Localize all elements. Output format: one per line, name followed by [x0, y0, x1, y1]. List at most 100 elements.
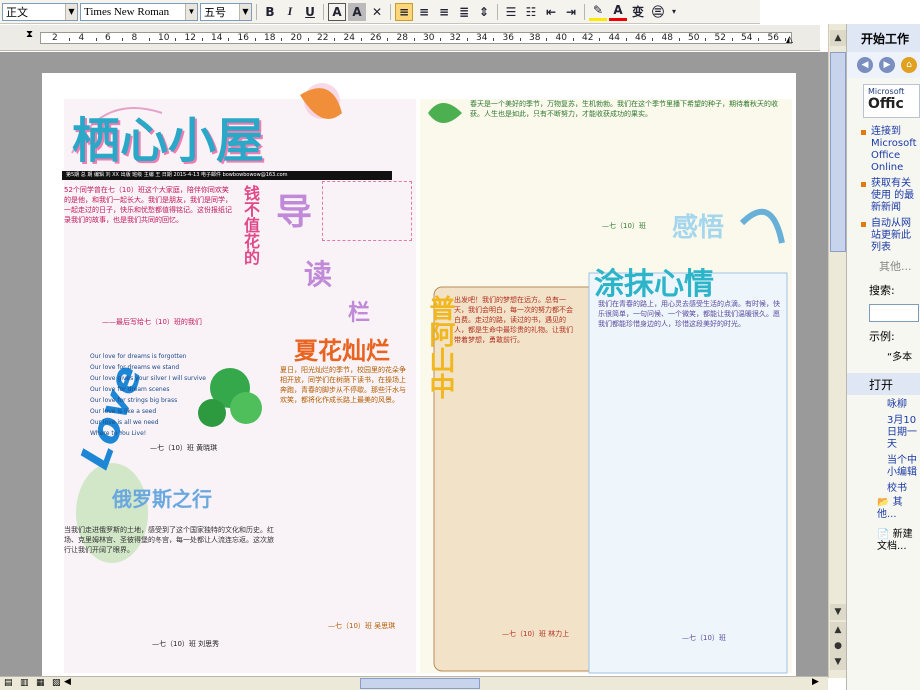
font-dropdown[interactable]: Times New Roman ▼: [80, 2, 198, 21]
ruler-tick: [413, 38, 415, 41]
vertical-scrollbar[interactable]: ▲ ▼ ▲ ● ▼: [828, 24, 846, 678]
office-logo-text: Offic: [868, 96, 904, 112]
search-input[interactable]: [869, 304, 919, 322]
recent-document[interactable]: 校书: [847, 483, 920, 495]
view-bar: ▤ ▥ ▦ ▧ ◀ ▶: [0, 676, 828, 690]
scroll-right-icon[interactable]: ▶: [812, 677, 819, 687]
russia-text: 当我们走进俄罗斯的土地，感受到了这个国家独特的文化和历史。红场、克里姆林宫、圣彼…: [64, 526, 274, 554]
scroll-up-icon[interactable]: ▲: [830, 30, 846, 46]
web-view-icon[interactable]: ▥: [20, 678, 29, 688]
scroll-thumb[interactable]: [830, 52, 846, 252]
indent-marker-icon[interactable]: ⧗: [26, 29, 33, 40]
ruler-tick: [758, 38, 759, 41]
ruler-tick: [95, 38, 97, 41]
next-page-icon[interactable]: ▼: [830, 654, 846, 670]
task-pane-link[interactable]: 获取有关使用 的最新新闻: [861, 178, 920, 214]
enclose-char-icon[interactable]: ㊂: [649, 3, 667, 21]
horizontal-ruler[interactable]: 2 4 6 8 10 12 14 16 18 20 22 24 26 28 30 32 34 36 38 40 42 44…: [0, 25, 820, 51]
ruler-tick: [254, 38, 256, 41]
align-center-icon[interactable]: ≡: [415, 3, 433, 21]
outline-view-icon[interactable]: ▧: [52, 678, 61, 688]
chevron-down-icon[interactable]: ▼: [239, 3, 251, 20]
numbered-list-icon[interactable]: ☰: [502, 3, 520, 21]
char-border-button[interactable]: A: [328, 2, 346, 21]
underline-button[interactable]: U: [301, 3, 319, 21]
task-pane-title[interactable]: 开始工作: [847, 24, 920, 52]
back-icon[interactable]: ◀: [857, 57, 873, 73]
ruler-tick: [705, 38, 706, 41]
task-pane-link[interactable]: 自动从网站更新此列表: [861, 218, 920, 254]
forward-icon[interactable]: ▶: [879, 57, 895, 73]
bold-button[interactable]: B: [261, 3, 279, 21]
print-view-icon[interactable]: ▦: [36, 678, 45, 688]
chevron-down-icon[interactable]: ▼: [185, 3, 197, 20]
ruler-mark: 44: [608, 33, 620, 43]
ruler-mark: 4: [78, 33, 85, 43]
ruler-mark: 48: [661, 33, 673, 43]
home-icon[interactable]: ⌂: [901, 57, 917, 73]
font-color-button[interactable]: A: [609, 3, 627, 21]
scroll-left-icon[interactable]: ◀: [64, 677, 71, 687]
smear-sign: —七（10）班: [682, 634, 726, 642]
task-pane-link[interactable]: 连接到 Microsoft Office Online: [861, 126, 920, 174]
toolbar-options-icon[interactable]: ▾: [669, 3, 679, 21]
recent-document[interactable]: 当个中小编辑: [847, 455, 920, 479]
ruler-tick: [652, 38, 653, 41]
links-more[interactable]: 其他...: [847, 258, 920, 274]
font-value: Times New Roman: [84, 5, 170, 18]
ruler-mark: 54: [741, 33, 753, 43]
increase-indent-icon[interactable]: ⇥: [562, 3, 580, 21]
ruler-tick: [148, 38, 150, 41]
ruler-tick: [519, 38, 521, 41]
align-right-icon[interactable]: ≡: [435, 3, 453, 21]
poem-sign: —七（10）班 黄晓琪: [150, 444, 218, 452]
previous-page-icon[interactable]: ▲: [830, 622, 846, 638]
ruler-tick: [334, 38, 335, 41]
new-document-link[interactable]: 📄 新建文档...: [847, 529, 920, 553]
phonetic-guide-button[interactable]: 变: [629, 3, 647, 21]
font-size-dropdown[interactable]: 五号 ▼: [200, 2, 252, 21]
scroll-down-icon[interactable]: ▼: [830, 604, 846, 620]
select-browse-object-icon[interactable]: ●: [830, 638, 846, 654]
ruler-tick: [493, 38, 494, 41]
italic-button[interactable]: I: [281, 3, 299, 21]
ruler-mark: 52: [714, 33, 726, 43]
right-indent-icon[interactable]: ◭: [786, 35, 793, 45]
horizontal-scroll-thumb[interactable]: [360, 678, 480, 689]
chevron-down-icon[interactable]: ▼: [65, 3, 77, 20]
ruler-mark: 26: [370, 33, 382, 43]
summer-text: 夏日，阳光灿烂的季节，校园里的花朵争相开放，同学们在树荫下读书，在操场上奔跑，青…: [280, 366, 406, 404]
char-shading-button[interactable]: A: [348, 2, 366, 21]
ruler-mark: 30: [423, 33, 435, 43]
recent-document[interactable]: 3月10日期一天: [847, 415, 920, 451]
separator: [497, 3, 498, 20]
formatting-toolbar: 正文 ▼ Times New Roman ▼ 五号 ▼ B I U A A ✕ ≡ ≡…: [0, 0, 760, 24]
ruler-tick: [678, 38, 680, 41]
open-more[interactable]: 📂 其他...: [847, 497, 920, 521]
poem-line: Where to You Live!: [90, 430, 147, 437]
ruler-mark: 20: [290, 33, 302, 43]
ruler-mark: 32: [449, 33, 461, 43]
justify-icon[interactable]: ≣: [455, 3, 473, 21]
newspaper-page[interactable]: 栖心小屋 第5期 总 期 编辑 刘 XX 出版 班级 主编 王 日期 2015-…: [42, 73, 796, 676]
recent-document[interactable]: 咏柳: [847, 399, 920, 411]
normal-view-icon[interactable]: ▤: [4, 678, 13, 688]
new-document-label: 新建文档...: [877, 529, 913, 552]
office-logo-small: Microsoft: [868, 87, 905, 96]
intro-sign: ——最后写给七（10）班的我们: [102, 318, 202, 326]
font-size-value: 五号: [204, 5, 226, 19]
summer-title: 夏花灿烂: [294, 337, 390, 365]
bulleted-list-icon[interactable]: ☷: [522, 3, 540, 21]
open-section-title: 打开: [847, 373, 920, 395]
highlight-icon[interactable]: ✎: [589, 3, 607, 21]
separator: [390, 3, 391, 20]
line-spacing-icon[interactable]: ⇕: [475, 3, 493, 21]
task-pane-links: 连接到 Microsoft Office Online 获取有关使用 的最新新闻自…: [847, 126, 920, 254]
decrease-indent-icon[interactable]: ⇤: [542, 3, 560, 21]
style-dropdown[interactable]: 正文 ▼: [2, 2, 78, 21]
ruler-mark: 18: [264, 33, 276, 43]
scale-icon[interactable]: ✕: [368, 3, 386, 21]
align-left-icon[interactable]: ≡: [395, 2, 413, 21]
ruler-tick: [360, 38, 362, 41]
style-value: 正文: [6, 5, 28, 19]
